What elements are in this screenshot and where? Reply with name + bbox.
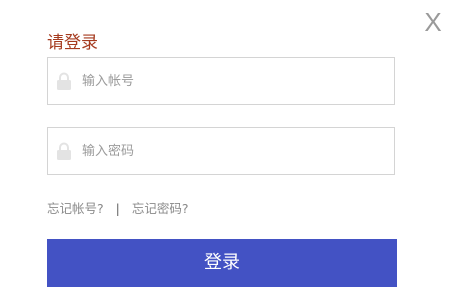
forgot-password-link[interactable]: 忘记密码? xyxy=(132,201,189,216)
password-input[interactable] xyxy=(82,128,382,174)
recovery-links: 忘记帐号? | 忘记密码? xyxy=(47,200,189,218)
lock-icon xyxy=(57,142,71,160)
login-button[interactable]: 登录 xyxy=(47,239,397,287)
dialog-title: 请登录 xyxy=(47,33,98,53)
close-icon[interactable]: X xyxy=(421,6,445,38)
account-input[interactable] xyxy=(82,58,382,104)
link-separator: | xyxy=(115,201,120,216)
login-dialog: 请登录 X 忘记帐号? | 忘记密码? 登录 xyxy=(0,0,449,302)
account-field xyxy=(47,57,395,105)
forgot-account-link[interactable]: 忘记帐号? xyxy=(47,201,104,216)
password-field xyxy=(47,127,395,175)
lock-icon xyxy=(57,72,71,90)
